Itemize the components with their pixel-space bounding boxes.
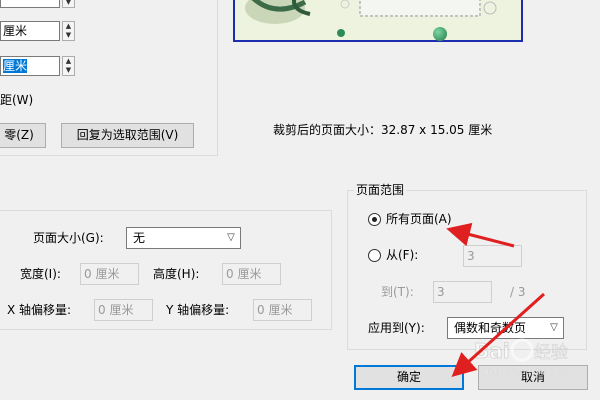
spin-up-icon[interactable]: ▲ (63, 57, 74, 66)
spin-down-icon[interactable]: ▼ (63, 31, 74, 40)
preview-artwork (245, 0, 497, 24)
top-margin-input[interactable] (0, 0, 60, 8)
page-preview (233, 0, 523, 42)
total-pages: / 3 (510, 285, 526, 299)
y-offset-label: Y 轴偏移量: (166, 303, 230, 317)
spin-up-icon[interactable]: ▲ (63, 22, 74, 31)
all-pages-label[interactable]: 所有页面(A) (386, 209, 452, 229)
baidu-logo-watermark: Bai 经验 jingyan.baidu.com (474, 338, 568, 377)
revert-to-selection-button[interactable]: 回复为选取范围(V) (61, 123, 194, 148)
decorative-dot (433, 27, 447, 41)
from-label[interactable]: 从(F): (386, 245, 418, 265)
height-margin-input[interactable]: 厘米 (0, 56, 60, 76)
to-page-input[interactable]: 3 (433, 281, 492, 303)
page-size-label: 页面大小(G): (33, 231, 104, 245)
page-width-label: 宽度(I): (20, 267, 61, 281)
width-margin-input[interactable]: 厘米 (0, 21, 60, 41)
x-offset-input[interactable]: 0 厘米 (94, 299, 153, 321)
top-margin-stepper[interactable]: ▲▼ (62, 0, 75, 8)
y-offset-input[interactable]: 0 厘米 (253, 299, 312, 321)
height-margin-stepper[interactable]: ▲ ▼ (62, 56, 75, 76)
page-range-title: 页面范围 (354, 180, 407, 200)
all-pages-radio[interactable] (368, 213, 381, 226)
page-height-label: 高度(H): (153, 267, 200, 281)
decorative-dot (337, 29, 345, 37)
center-checkbox-label[interactable]: 距(W) (0, 90, 33, 110)
page-width-input[interactable]: 0 厘米 (80, 263, 139, 285)
reset-zero-button[interactable]: 零(Z) (0, 123, 46, 148)
page-height-input[interactable]: 0 厘米 (222, 263, 281, 285)
ok-button[interactable]: 确定 (354, 365, 464, 390)
to-label: 到(T): (381, 285, 414, 299)
spin-down-icon[interactable]: ▼ (63, 66, 74, 75)
svg-text:jingyan.baidu.com: jingyan.baidu.com (483, 367, 567, 377)
x-offset-label: X 轴偏移量: (7, 303, 72, 317)
chevron-down-icon[interactable]: ▽ (222, 228, 240, 248)
from-page-input[interactable]: 3 (463, 245, 522, 267)
page-size-select[interactable]: 无 ▽ (126, 227, 241, 249)
cropped-page-size: 裁剪后的页面大小：32.87 x 15.05 厘米 (273, 123, 493, 137)
baidu-watermark: Bai 经验 jingyan.baidu.com (470, 330, 600, 380)
svg-text:Bai: Bai (474, 339, 510, 363)
svg-text:经验: 经验 (534, 343, 568, 363)
from-radio[interactable] (368, 249, 381, 262)
spin-down-icon[interactable]: ▼ (63, 0, 74, 7)
width-margin-stepper[interactable]: ▲ ▼ (62, 21, 75, 41)
apply-to-label: 应用到(Y): (368, 321, 425, 335)
